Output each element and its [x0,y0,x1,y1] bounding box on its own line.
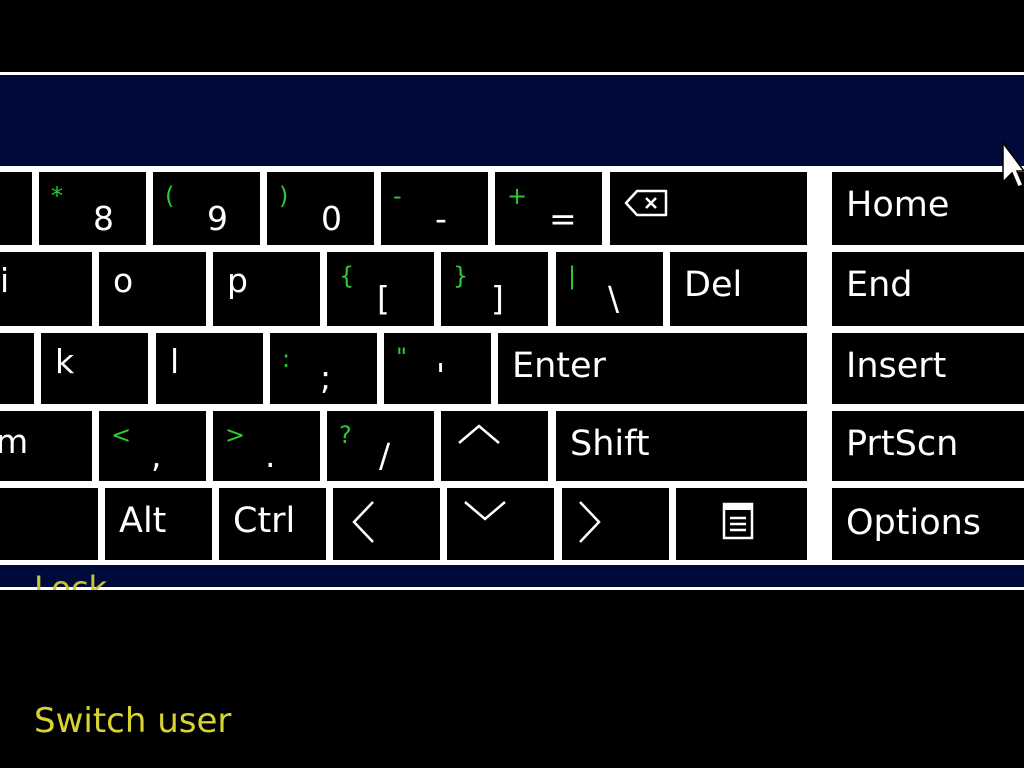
key-arrow-left[interactable] [333,488,440,560]
key-shift-legend: > [225,421,246,449]
key-left-bracket[interactable]: { [ [327,252,434,326]
key-shift[interactable]: Shift [556,411,807,481]
key-legend: ; [320,358,332,397]
keyboard-keys: * 8 ( 9 ) 0 - - + = i o p { [ } ] | \ De… [0,166,1024,565]
key-legend: , [151,436,162,475]
key-insert[interactable]: Insert [832,333,1024,404]
arrow-left-icon [352,501,374,543]
key-shift-legend: { [339,262,355,290]
key-partial-row5[interactable] [0,488,98,560]
key-partial-row1[interactable] [0,172,32,245]
key-enter[interactable]: Enter [498,333,807,404]
key-shift-legend: ) [279,182,289,210]
key-del[interactable]: Del [670,252,807,326]
key-0[interactable]: ) 0 [267,172,374,245]
key-ctrl[interactable]: Ctrl [219,488,326,560]
key-label: PrtScn [846,424,959,464]
key-legend: ] [491,279,504,318]
switch-user-menu-item[interactable]: Switch user [34,704,231,738]
key-9[interactable]: ( 9 [153,172,260,245]
key-legend: m [0,422,29,461]
key-shift-legend: } [453,262,469,290]
key-shift-legend: - [393,182,402,210]
key-m[interactable]: m [0,411,92,481]
key-i[interactable]: i [0,252,92,326]
key-backslash[interactable]: | \ [556,252,663,326]
key-legend: . [265,436,276,475]
key-minus[interactable]: - - [381,172,488,245]
key-semicolon[interactable]: : ; [270,333,377,404]
key-legend: k [55,342,75,381]
key-label: Enter [512,346,606,386]
key-arrow-up[interactable] [441,411,548,481]
key-apostrophe[interactable]: " ' [384,333,491,404]
key-comma[interactable]: < , [99,411,206,481]
mouse-pointer-icon [1002,142,1024,188]
key-label: End [846,265,913,305]
key-legend: [ [377,279,390,318]
key-legend: \ [608,279,620,318]
key-8[interactable]: * 8 [39,172,146,245]
key-shift-legend: ( [165,182,175,210]
key-label: Options [846,503,982,543]
key-label: Insert [846,346,947,386]
key-legend: i [0,261,10,300]
key-options[interactable]: Options [832,488,1024,560]
arrow-right-icon [579,501,601,543]
key-shift-legend: : [282,345,291,373]
context-menu-icon [722,502,754,540]
key-legend: o [113,261,134,300]
key-shift-legend: * [51,182,63,210]
key-alt[interactable]: Alt [105,488,212,560]
key-right-bracket[interactable]: } ] [441,252,548,326]
key-legend: l [170,342,180,381]
key-shift-legend: < [111,421,132,449]
key-backspace[interactable] [610,172,807,245]
key-legend: 9 [207,199,228,238]
key-legend: 8 [93,199,114,238]
key-period[interactable]: > . [213,411,320,481]
key-legend: / [379,436,391,475]
key-shift-legend: ? [339,421,352,449]
key-equals[interactable]: + = [495,172,602,245]
key-legend: ' [436,356,446,395]
key-context-menu[interactable] [676,488,807,560]
key-shift-legend: " [396,343,408,371]
key-legend: - [435,199,447,238]
key-prtscn[interactable]: PrtScn [832,411,1024,481]
key-label: Shift [570,424,650,464]
key-arrow-down[interactable] [447,488,554,560]
key-legend: 0 [321,199,342,238]
key-label: Alt [119,501,167,541]
key-shift-legend: | [568,262,577,290]
lock-menu-item[interactable]: Lock [34,572,107,590]
key-k[interactable]: k [41,333,148,404]
key-legend: = [549,199,577,238]
arrow-up-icon [458,424,500,444]
key-label: Del [684,265,743,305]
backspace-icon [624,189,668,217]
key-p[interactable]: p [213,252,320,326]
key-o[interactable]: o [99,252,206,326]
key-legend: p [227,261,248,300]
key-label: Home [846,185,950,225]
key-end[interactable]: End [832,252,1024,326]
key-slash[interactable]: ? / [327,411,434,481]
key-arrow-right[interactable] [562,488,669,560]
key-shift-legend: + [507,182,528,210]
arrow-down-icon [464,501,506,521]
key-partial-row3[interactable] [0,333,34,404]
key-l[interactable]: l [156,333,263,404]
key-label: Ctrl [233,501,296,541]
key-home[interactable]: Home [832,172,1024,245]
